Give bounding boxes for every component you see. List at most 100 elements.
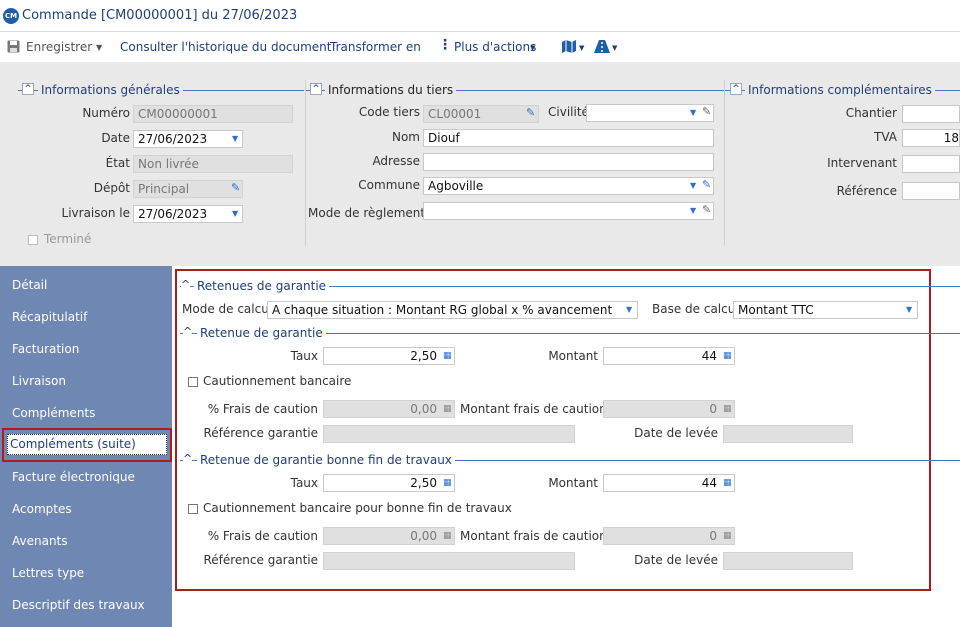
mode-calcul-select[interactable]: A chaque situation : Montant RG global x… [267,301,638,319]
montant-frais-field[interactable]: 0 [603,527,735,545]
nom-label: Nom [391,130,420,144]
save-icon[interactable] [7,40,20,53]
mode-calcul-label: Mode de calcul [182,302,273,316]
sidebar-item-recapitulatif[interactable]: Récapitulatif [12,310,87,324]
reference-field[interactable] [902,182,960,200]
montant-label: Montant [548,349,598,363]
etat-field[interactable]: Non livrée [133,155,293,173]
collapse-icon[interactable]: ^ [181,278,191,291]
history-button[interactable]: Consulter l'historique du document [120,40,332,54]
transform-button[interactable]: Transformer en [330,40,421,54]
taux-field[interactable]: 2,50 [323,474,455,492]
adresse-field[interactable] [423,153,714,171]
pencil-icon[interactable]: ✎ [702,203,711,216]
reglement-select[interactable] [423,202,714,220]
livraison-field[interactable]: 27/06/2023 [133,205,243,223]
tiers-info-title: Informations du tiers [325,83,457,97]
termine-checkbox[interactable] [28,235,38,245]
retenue-title: Retenue de garantie [197,326,326,340]
adresse-label: Adresse [372,154,420,168]
numero-label: Numéro [82,106,130,120]
calculator-icon[interactable]: ▦ [443,351,452,361]
chevron-down-icon[interactable]: ▼ [626,305,632,314]
calculator-icon[interactable]: ▦ [723,351,732,361]
reference-garantie-field[interactable] [323,425,575,443]
more-actions-button[interactable]: Plus d'actions [454,40,536,54]
caution-bonne-fin-checkbox[interactable] [188,504,198,514]
nom-field[interactable]: Diouf [423,129,714,147]
reference-garantie-field[interactable] [323,552,575,570]
montant-field[interactable]: 44 [603,474,735,492]
pencil-icon[interactable]: ✎ [702,178,711,191]
divider [305,80,306,246]
montant-frais-field[interactable]: 0 [603,400,735,418]
chevron-down-icon[interactable]: ▼ [96,43,102,52]
sidebar-item-complements[interactable]: Compléments [12,406,95,420]
calculator-icon: ▦ [443,531,452,541]
frais-field[interactable]: 0,00 [323,527,455,545]
caution-label: Cautionnement bancaire [203,374,352,388]
collapse-icon[interactable]: ^ [310,83,322,95]
date-field[interactable]: 27/06/2023 [133,130,243,148]
save-button[interactable]: Enregistrer [26,40,92,54]
code-tiers-field[interactable]: CL00001 [423,105,539,123]
pencil-icon[interactable]: ✎ [231,181,240,194]
taux-field[interactable]: 2,50 [323,347,455,365]
chantier-label: Chantier [845,106,897,120]
collapse-icon[interactable]: ^ [183,452,193,465]
montant-frais-label: Montant frais de caution [460,529,607,543]
app-icon: CM [3,8,19,24]
calculator-icon[interactable]: ▦ [443,478,452,488]
collapse-icon[interactable]: ^ [22,83,34,95]
base-calcul-select[interactable]: Montant TTC [733,301,918,319]
sidebar-item-descriptif-travaux[interactable]: Descriptif des travaux [12,598,145,612]
pencil-icon[interactable]: ✎ [702,105,711,118]
sidebar-item-detail[interactable]: Détail [12,278,47,292]
reference-label: Référence [836,184,897,198]
sidebar-item-facture-electronique[interactable]: Facture électronique [12,470,135,484]
numero-field[interactable]: CM00000001 [133,105,293,123]
map-icon[interactable] [561,39,577,54]
tva-field[interactable]: 18 [902,129,960,147]
frais-field[interactable]: 0,00 [323,400,455,418]
sidebar-item-complements-suite[interactable]: Compléments (suite) [10,437,136,451]
sidebar-item-livraison[interactable]: Livraison [12,374,66,388]
calculator-icon[interactable]: ▦ [723,478,732,488]
chantier-field[interactable] [902,105,960,123]
intervenant-label: Intervenant [827,156,897,170]
sidebar-item-avenants[interactable]: Avenants [12,534,68,548]
chevron-down-icon[interactable]: ▼ [232,134,238,143]
divider [724,80,725,246]
reglement-label: Mode de règlement [308,206,426,220]
caution-bonne-fin-label: Cautionnement bancaire pour bonne fin de… [203,501,512,515]
date-levee-label: Date de levée [634,426,718,440]
depot-label: Dépôt [93,181,130,195]
sidebar-item-facturation[interactable]: Facturation [12,342,79,356]
depot-field[interactable]: Principal [133,180,243,198]
intervenant-field[interactable] [902,155,960,173]
caution-checkbox[interactable] [188,377,198,387]
chevron-down-icon[interactable]: ▼ [690,108,696,117]
etat-label: État [105,156,130,170]
collapse-icon[interactable]: ^ [730,83,742,95]
date-levee-field[interactable] [723,552,853,570]
taux-label: Taux [290,349,318,363]
chevron-down-icon[interactable]: ▼ [612,44,617,52]
chevron-down-icon[interactable]: ▼ [690,181,696,190]
collapse-icon[interactable]: ^ [183,325,193,338]
kebab-icon[interactable]: ⋮ [438,37,452,53]
chevron-down-icon[interactable]: ▼ [232,209,238,218]
chevron-down-icon[interactable]: ▼ [530,44,535,52]
sidebar-item-lettres-type[interactable]: Lettres type [12,566,84,580]
commune-select[interactable]: Agboville [423,177,714,195]
pencil-icon[interactable]: ✎ [526,106,535,119]
montant-field[interactable]: 44 [603,347,735,365]
chevron-down-icon[interactable]: ▼ [906,305,912,314]
chevron-down-icon[interactable]: ▼ [690,206,696,215]
code-tiers-label: Code tiers [358,105,420,119]
road-icon[interactable] [594,40,610,53]
sidebar-item-acomptes[interactable]: Acomptes [12,502,72,516]
retenues-title: Retenues de garantie [194,279,330,293]
chevron-down-icon[interactable]: ▼ [579,44,584,52]
date-levee-field[interactable] [723,425,853,443]
